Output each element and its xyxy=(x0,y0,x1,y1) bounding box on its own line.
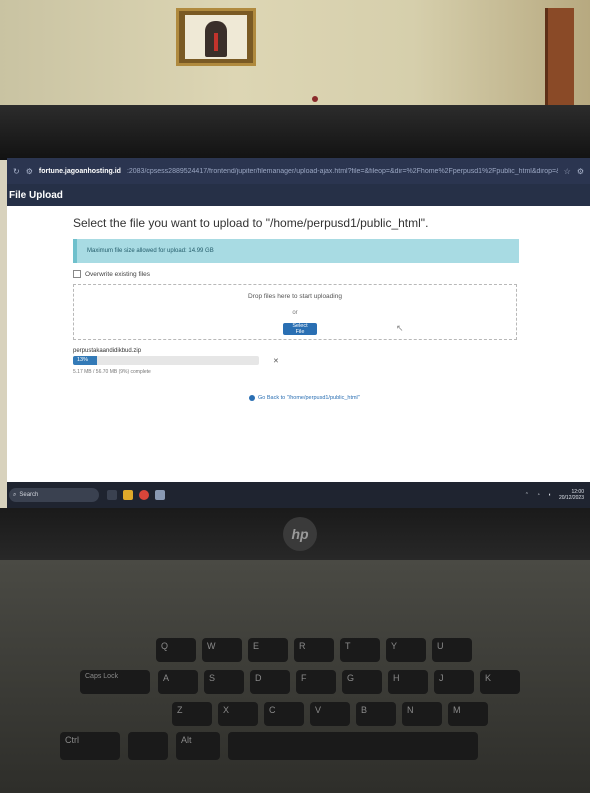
key-b: B xyxy=(356,702,396,726)
url-domain: fortune.jagoanhosting.id xyxy=(38,167,121,175)
key-f: F xyxy=(296,670,336,694)
max-size-text: Maximum file size allowed for upload: 14… xyxy=(87,248,214,254)
key-d: D xyxy=(250,670,290,694)
upload-progress-bar: 13% xyxy=(73,356,259,365)
key-j: J xyxy=(434,670,474,694)
upload-panel: Select the file you want to upload to "/… xyxy=(7,216,590,401)
uploading-file-name: perpustakaandidikbud.zip xyxy=(73,348,142,354)
cancel-upload-icon[interactable]: ✕ xyxy=(273,357,279,365)
url-path: :2083/cpsess2889524417/frontend/jupiter/… xyxy=(126,167,558,175)
key-s: S xyxy=(204,670,244,694)
taskbar-search-label: Search xyxy=(19,492,39,498)
select-file-button[interactable]: Select File xyxy=(283,323,317,335)
settings-gear-icon[interactable] xyxy=(155,490,165,500)
overwrite-checkbox[interactable] xyxy=(73,270,81,278)
go-back-label: Go Back to "/home/perpusd1/public_html" xyxy=(258,395,360,401)
tray-chevron-icon[interactable]: ⌃ xyxy=(525,492,529,499)
wifi-icon[interactable]: ◔ xyxy=(537,492,540,499)
upload-progress-label: 13% xyxy=(77,357,89,363)
clock[interactable]: 12:00 20/12/2023 xyxy=(559,489,584,502)
laptop-top-bezel xyxy=(0,105,590,160)
overwrite-option[interactable]: Overwrite existing files xyxy=(73,270,590,278)
browser-address-bar[interactable]: ↻ ⚙ fortune.jagoanhosting.id :2083/cpses… xyxy=(7,158,590,184)
upload-progress-row: 13% ✕ xyxy=(73,356,590,365)
key-k: K xyxy=(480,670,520,694)
key-space xyxy=(228,732,478,760)
key-alt: Alt xyxy=(176,732,220,760)
key-ctrl: Ctrl xyxy=(60,732,120,760)
webcam xyxy=(312,96,318,102)
extensions-icon[interactable]: ⚙ xyxy=(577,167,584,176)
drop-zone-or: or xyxy=(292,310,298,316)
key-windows xyxy=(128,732,168,760)
wall-portrait xyxy=(176,8,256,66)
max-size-alert: Maximum file size allowed for upload: 14… xyxy=(73,239,519,263)
volume-icon[interactable]: ◖ xyxy=(548,492,551,499)
chrome-icon[interactable] xyxy=(139,490,149,500)
key-caps-lock: Caps Lock xyxy=(80,670,150,694)
key-g: G xyxy=(342,670,382,694)
key-h: H xyxy=(388,670,428,694)
key-x: X xyxy=(218,702,258,726)
page-title-bar: File Upload xyxy=(7,184,590,206)
drop-zone-text: Drop files here to start uploading xyxy=(248,293,342,300)
search-icon: ⌕ xyxy=(13,491,17,498)
portrait-tie xyxy=(214,33,218,51)
windows-taskbar: ⌕ Search ⌃ ◔ ◖ 12:00 20/12/2023 xyxy=(7,482,590,508)
site-info-icon[interactable]: ⚙ xyxy=(26,167,33,176)
bookmark-star-icon[interactable]: ☆ xyxy=(564,167,571,176)
taskbar-pinned-apps xyxy=(107,490,165,500)
taskbar-search[interactable]: ⌕ Search xyxy=(9,488,99,502)
key-m: M xyxy=(448,702,488,726)
system-tray: ⌃ ◔ ◖ 12:00 20/12/2023 xyxy=(525,489,584,502)
key-c: C xyxy=(264,702,304,726)
key-y: Y xyxy=(386,638,426,662)
key-r: R xyxy=(294,638,334,662)
laptop-screen: ↻ ⚙ fortune.jagoanhosting.id :2083/cpses… xyxy=(7,158,590,508)
go-back-link[interactable]: Go Back to "/home/perpusd1/public_html" xyxy=(249,395,590,401)
overwrite-label: Overwrite existing files xyxy=(85,270,151,278)
key-n: N xyxy=(402,702,442,726)
key-z: Z xyxy=(172,702,212,726)
drop-zone[interactable]: Drop files here to start uploading or Se… xyxy=(73,284,517,340)
keyboard: Q W E R T Y U Caps Lock A S D F G H J K … xyxy=(0,560,590,793)
file-explorer-icon[interactable] xyxy=(123,490,133,500)
upload-status-text: 5.17 MB / 56.70 MB (9%) complete xyxy=(73,369,151,375)
clock-date: 20/12/2023 xyxy=(558,495,584,501)
hp-logo: hp xyxy=(283,517,317,551)
page-title: File Upload xyxy=(9,189,63,201)
key-w: W xyxy=(202,638,242,662)
key-a: A xyxy=(158,670,198,694)
mouse-cursor-icon: ↖ xyxy=(396,323,404,333)
key-e: E xyxy=(248,638,288,662)
task-view-icon[interactable] xyxy=(107,490,117,500)
reload-icon[interactable]: ↻ xyxy=(13,167,20,176)
key-v: V xyxy=(310,702,350,726)
upload-heading: Select the file you want to upload to "/… xyxy=(73,216,429,230)
key-u: U xyxy=(432,638,472,662)
back-arrow-icon xyxy=(249,395,255,401)
key-t: T xyxy=(340,638,380,662)
key-q: Q xyxy=(156,638,196,662)
